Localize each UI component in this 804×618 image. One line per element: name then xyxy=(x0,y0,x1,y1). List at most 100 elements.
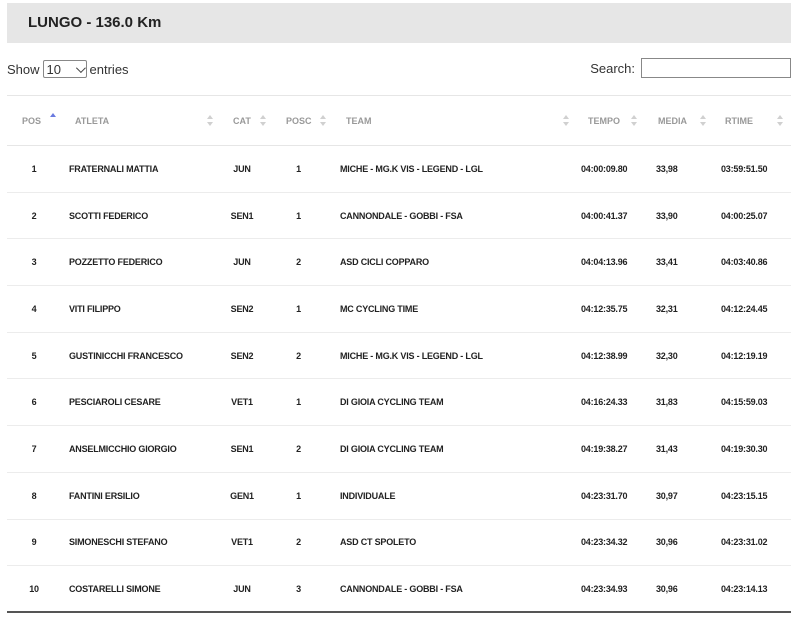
cell-team: MICHE - MG.K VIS - LEGEND - LGL xyxy=(328,145,568,193)
table-row: 10 COSTARELLI SIMONE JUN 3 CANNONDALE - GOBB… xyxy=(7,565,791,614)
cell-media: 31,83 xyxy=(643,378,709,427)
sort-icon xyxy=(260,115,266,127)
search-control: Search: xyxy=(590,58,791,78)
cell-pos: 7 xyxy=(7,425,61,473)
header-rtime[interactable]: RTIME xyxy=(709,95,791,146)
entries-label: entries xyxy=(89,61,129,77)
header-posc[interactable]: POSC xyxy=(269,95,328,146)
results-table: POS ATLETA CAT POSC TEAM TEMPO MEDIA RTI… xyxy=(7,95,791,614)
cell-cat: JUN xyxy=(215,565,269,614)
cell-cat: SEN1 xyxy=(215,192,269,240)
table-row: 8 FANTINI ERSILIO GEN1 1 INDIVIDUALE 04:23:31… xyxy=(7,472,791,520)
cell-tempo: 04:04:13.96 xyxy=(568,238,643,287)
table-row: 3 POZZETTO FEDERICO JUN 2 ASD CICLI COPPARO 0… xyxy=(7,238,791,287)
cell-rtime: 04:12:19.19 xyxy=(709,332,791,380)
header-atleta[interactable]: ATLETA xyxy=(61,95,215,146)
cell-posc: 1 xyxy=(269,285,328,333)
cell-team: MICHE - MG.K VIS - LEGEND - LGL xyxy=(328,332,568,380)
header-tempo[interactable]: TEMPO xyxy=(568,95,643,146)
table-controls: Show 10 entries Search: xyxy=(7,58,791,82)
cell-pos: 10 xyxy=(7,565,61,614)
cell-rtime: 04:03:40.86 xyxy=(709,238,791,287)
header-cat-label: CAT xyxy=(233,116,251,126)
cell-media: 32,30 xyxy=(643,332,709,380)
cell-atleta: SCOTTI FEDERICO xyxy=(61,192,215,240)
sort-icon xyxy=(700,115,706,127)
cell-posc: 2 xyxy=(269,519,328,567)
search-label: Search: xyxy=(590,60,635,76)
sort-icon xyxy=(207,115,213,127)
cell-media: 31,43 xyxy=(643,425,709,473)
race-title-bar: LUNGO - 136.0 Km xyxy=(7,3,791,43)
cell-team: CANNONDALE - GOBBI - FSA xyxy=(328,192,568,240)
sort-icon xyxy=(50,113,56,125)
cell-tempo: 04:23:34.32 xyxy=(568,519,643,567)
cell-cat: SEN1 xyxy=(215,425,269,473)
cell-cat: SEN2 xyxy=(215,285,269,333)
table-row: 4 VITI FILIPPO SEN2 1 MC CYCLING TIME 04:12:3… xyxy=(7,285,791,333)
table-row: 7 ANSELMICCHIO GIORGIO SEN1 2 DI GIOIA CYCLI… xyxy=(7,425,791,473)
search-input[interactable] xyxy=(641,58,791,78)
cell-tempo: 04:00:41.37 xyxy=(568,192,643,240)
cell-atleta: SIMONESCHI STEFANO xyxy=(61,519,215,567)
cell-media: 33,41 xyxy=(643,238,709,287)
cell-atleta: PESCIAROLI CESARE xyxy=(61,378,215,427)
header-pos[interactable]: POS xyxy=(7,95,61,146)
cell-media: 33,90 xyxy=(643,192,709,240)
cell-rtime: 03:59:51.50 xyxy=(709,145,791,193)
cell-rtime: 04:00:25.07 xyxy=(709,192,791,240)
cell-pos: 2 xyxy=(7,192,61,240)
cell-posc: 1 xyxy=(269,192,328,240)
cell-tempo: 04:16:24.33 xyxy=(568,378,643,427)
entries-select-value: 10 xyxy=(46,61,61,77)
cell-pos: 6 xyxy=(7,378,61,427)
cell-cat: VET1 xyxy=(215,378,269,427)
cell-posc: 1 xyxy=(269,378,328,427)
cell-pos: 5 xyxy=(7,332,61,380)
results-body: 1 FRATERNALI MATTIA JUN 1 MICHE - MG.K VIS -… xyxy=(7,145,791,614)
cell-cat: SEN2 xyxy=(215,332,269,380)
cell-rtime: 04:23:31.02 xyxy=(709,519,791,567)
cell-media: 32,31 xyxy=(643,285,709,333)
header-media[interactable]: MEDIA xyxy=(643,95,709,146)
cell-pos: 4 xyxy=(7,285,61,333)
cell-tempo: 04:19:38.27 xyxy=(568,425,643,473)
entries-select[interactable]: 10 xyxy=(42,60,87,78)
header-posc-label: POSC xyxy=(286,116,312,126)
cell-posc: 2 xyxy=(269,425,328,473)
table-row: 9 SIMONESCHI STEFANO VET1 2 ASD CT SPOLETO 04… xyxy=(7,519,791,567)
cell-pos: 3 xyxy=(7,238,61,287)
table-row: 1 FRATERNALI MATTIA JUN 1 MICHE - MG.K VIS -… xyxy=(7,145,791,193)
cell-media: 30,96 xyxy=(643,519,709,567)
header-team[interactable]: TEAM xyxy=(328,95,569,146)
cell-rtime: 04:19:30.30 xyxy=(709,425,791,473)
cell-team: ASD CT SPOLETO xyxy=(328,519,568,567)
cell-atleta: ANSELMICCHIO GIORGIO xyxy=(61,425,215,473)
table-row: 2 SCOTTI FEDERICO SEN1 1 CANNONDALE - GOBBI … xyxy=(7,192,791,240)
cell-tempo: 04:12:35.75 xyxy=(568,285,643,333)
cell-cat: JUN xyxy=(215,145,269,193)
table-header-row: POS ATLETA CAT POSC TEAM TEMPO MEDIA RTI… xyxy=(7,95,791,146)
cell-posc: 3 xyxy=(269,565,328,614)
cell-media: 30,97 xyxy=(643,472,709,520)
cell-team: DI GIOIA CYCLING TEAM xyxy=(328,425,568,473)
cell-atleta: POZZETTO FEDERICO xyxy=(61,238,215,287)
sort-icon xyxy=(631,115,637,127)
cell-atleta: COSTARELLI SIMONE xyxy=(61,565,215,614)
header-cat[interactable]: CAT xyxy=(215,95,269,146)
cell-team: CANNONDALE - GOBBI - FSA xyxy=(328,565,568,614)
cell-pos: 8 xyxy=(7,472,61,520)
cell-atleta: FANTINI ERSILIO xyxy=(61,472,215,520)
cell-rtime: 04:12:24.45 xyxy=(709,285,791,333)
header-atleta-label: ATLETA xyxy=(75,116,110,126)
chevron-down-icon xyxy=(75,62,86,73)
cell-tempo: 04:23:34.93 xyxy=(568,565,643,614)
cell-pos: 9 xyxy=(7,519,61,567)
cell-posc: 2 xyxy=(269,238,328,287)
cell-tempo: 04:23:31.70 xyxy=(568,472,643,520)
cell-rtime: 04:15:59.03 xyxy=(709,378,791,427)
cell-cat: VET1 xyxy=(215,519,269,567)
results-page: LUNGO - 136.0 Km Show 10 entries Search: xyxy=(0,0,804,618)
cell-atleta: GUSTINICCHI FRANCESCO xyxy=(61,332,215,380)
entries-length-control: Show 10 entries xyxy=(7,60,129,78)
